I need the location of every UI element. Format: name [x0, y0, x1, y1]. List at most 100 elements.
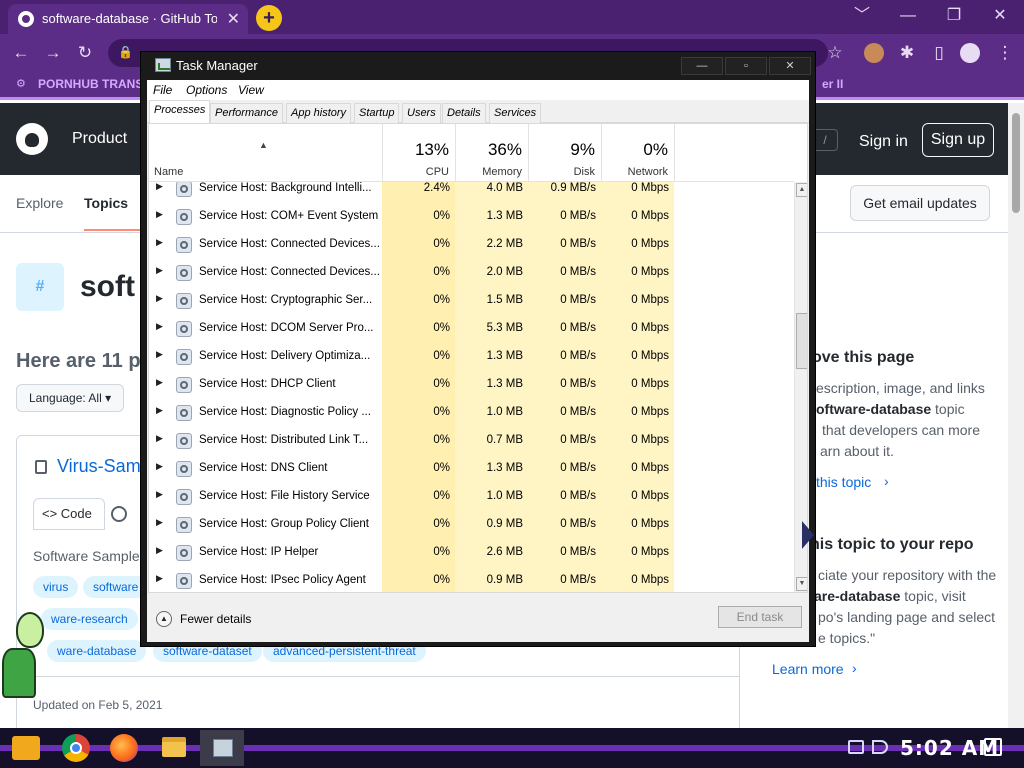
process-row[interactable]: ▶ Service Host: IP Helper 0% 2.6 MB 0 MB/s 0 …	[149, 539, 794, 567]
sign-up-button[interactable]: Sign up	[922, 123, 994, 157]
sign-in-link[interactable]: Sign in	[859, 133, 908, 151]
fewer-details-link[interactable]: Fewer details	[180, 612, 251, 626]
tab-app-history[interactable]: App history	[286, 103, 352, 123]
expand-arrow-icon[interactable]: ▶	[156, 489, 163, 500]
process-row[interactable]: ▶ Service Host: File History Service 0% 1.0…	[149, 483, 794, 511]
process-row[interactable]: ▶ Service Host: Connected Devices... 0% 2.2…	[149, 231, 794, 259]
file-explorer-taskbar-icon[interactable]	[162, 737, 186, 757]
process-row[interactable]: ▶ Service Host: Connected Devices... 0% 2.0…	[149, 259, 794, 287]
page-scrollbar[interactable]	[1008, 103, 1024, 728]
forward-arrow-icon[interactable]: →	[42, 42, 64, 64]
expand-arrow-icon[interactable]: ▶	[156, 573, 163, 584]
process-row[interactable]: ▶ Service Host: DHCP Client 0% 1.3 MB 0 MB/s…	[149, 371, 794, 399]
collapse-chevron-icon[interactable]: ▲	[156, 611, 172, 627]
bookmark-item[interactable]: PORNHUB TRANS	[38, 77, 143, 91]
column-header-disk[interactable]: 9% Disk	[528, 124, 601, 182]
process-row[interactable]: ▶ Service Host: Distributed Link T... 0% 0.…	[149, 427, 794, 455]
tm-minimize-button[interactable]: —	[681, 57, 723, 75]
topics-link[interactable]: Topics	[84, 195, 128, 211]
topic-tag[interactable]: ware-database	[47, 640, 147, 662]
bookmark-star-icon[interactable]: ☆	[824, 42, 846, 64]
new-tab-button[interactable]: +	[256, 5, 282, 31]
profile-icon[interactable]	[960, 43, 980, 63]
browser-close-button[interactable]: ✕	[980, 4, 1020, 28]
topic-tag[interactable]: software	[83, 576, 149, 598]
column-header-memory[interactable]: 36% Memory	[455, 124, 528, 182]
volume-tray-icon[interactable]	[872, 740, 888, 754]
expand-arrow-icon[interactable]: ▶	[156, 349, 163, 360]
browser-tab-active[interactable]: software-database · GitHub To ✕	[8, 4, 248, 34]
expand-arrow-icon[interactable]: ▶	[156, 181, 163, 192]
browser-menu-icon[interactable]: ⋮	[994, 42, 1016, 64]
expand-arrow-icon[interactable]: ▶	[156, 209, 163, 220]
process-row[interactable]: ▶ Service Host: DNS Client 0% 1.3 MB 0 MB/s 0…	[149, 455, 794, 483]
issues-icon[interactable]	[111, 506, 127, 522]
bookmark-item[interactable]: er II	[822, 77, 843, 91]
expand-arrow-icon[interactable]: ▶	[156, 237, 163, 248]
repo-name-link[interactable]: Virus-Sam	[57, 456, 141, 477]
tab-users[interactable]: Users	[402, 103, 441, 123]
language-filter-dropdown[interactable]: Language: All ▾	[16, 384, 124, 412]
tab-search-icon[interactable]: ﹀	[842, 4, 882, 28]
expand-arrow-icon[interactable]: ▶	[156, 545, 163, 556]
code-tab[interactable]: <> Code	[33, 498, 105, 530]
tab-performance[interactable]: Performance	[210, 103, 283, 123]
process-row[interactable]: ▶ Service Host: DCOM Server Pro... 0% 5.3 M…	[149, 315, 794, 343]
expand-arrow-icon[interactable]: ▶	[156, 461, 163, 472]
browser-minimize-button[interactable]: —	[888, 4, 928, 28]
get-email-updates-button[interactable]: Get email updates	[850, 185, 990, 221]
column-header-name[interactable]: Name	[154, 166, 183, 178]
menu-file[interactable]: File	[153, 83, 172, 97]
tab-details[interactable]: Details	[442, 103, 486, 123]
process-row[interactable]: ▶ Service Host: IPsec Policy Agent 0% 0.9 M…	[149, 567, 794, 592]
learn-more-link[interactable]: Learn more	[772, 661, 844, 677]
tab-services[interactable]: Services	[489, 103, 542, 123]
expand-arrow-icon[interactable]: ▶	[156, 433, 163, 444]
firefox-taskbar-icon[interactable]	[110, 734, 138, 762]
expand-arrow-icon[interactable]: ▶	[156, 265, 163, 276]
page-scrollbar-thumb[interactable]	[1012, 113, 1020, 213]
github-logo-icon[interactable]	[16, 123, 48, 155]
process-row[interactable]: ▶ Service Host: Group Policy Client 0% 0.9 …	[149, 511, 794, 539]
process-row[interactable]: ▶ Service Host: COM+ Event System 0% 1.3 MB…	[149, 203, 794, 231]
expand-arrow-icon[interactable]: ▶	[156, 293, 163, 304]
expand-arrow-icon[interactable]: ▶	[156, 377, 163, 388]
end-task-button[interactable]: End task	[718, 606, 802, 628]
menu-options[interactable]: Options	[186, 83, 227, 97]
menu-view[interactable]: View	[238, 83, 264, 97]
side-panel-icon[interactable]: ▯	[928, 42, 950, 64]
browser-restore-button[interactable]: ❐	[934, 4, 974, 28]
topic-tag[interactable]: virus	[33, 576, 79, 598]
network-tray-icon[interactable]	[848, 740, 864, 754]
task-manager-titlebar[interactable]: Task Manager — ▫ ✕	[141, 52, 815, 80]
column-header-network[interactable]: 0% Network	[601, 124, 674, 182]
extension-avatar-icon[interactable]	[864, 43, 884, 63]
tab-close-icon[interactable]: ✕	[227, 9, 240, 29]
tm-close-button[interactable]: ✕	[769, 57, 811, 75]
network-column-label: Network	[627, 166, 668, 178]
process-row[interactable]: ▶ Service Host: Delivery Optimiza... 0% 1.3…	[149, 343, 794, 371]
tab-processes[interactable]: Processes	[149, 100, 211, 124]
extensions-puzzle-icon[interactable]: ✱	[896, 42, 918, 64]
curate-topic-link[interactable]: this topic	[816, 474, 871, 490]
expand-arrow-icon[interactable]: ▶	[156, 405, 163, 416]
expand-arrow-icon[interactable]: ▶	[156, 517, 163, 528]
chrome-taskbar-icon[interactable]	[62, 734, 90, 762]
process-row[interactable]: ▶ Service Host: Cryptographic Ser... 0% 1.5…	[149, 287, 794, 315]
notification-center-icon[interactable]	[984, 738, 1002, 756]
topic-tag[interactable]: ware-research	[41, 608, 138, 630]
reload-icon[interactable]: ↻	[74, 42, 96, 64]
scroll-up-arrow-icon[interactable]: ▲	[796, 183, 807, 197]
start-button-icon[interactable]	[12, 736, 40, 760]
expand-arrow-icon[interactable]: ▶	[156, 321, 163, 332]
scrollbar-thumb[interactable]	[796, 313, 807, 369]
scroll-down-arrow-icon[interactable]: ▼	[796, 577, 807, 591]
back-arrow-icon[interactable]: ←	[10, 42, 32, 64]
tm-maximize-button[interactable]: ▫	[725, 57, 767, 75]
tab-startup[interactable]: Startup	[354, 103, 400, 123]
task-manager-taskbar-icon[interactable]	[200, 730, 244, 766]
column-header-cpu[interactable]: 13% CPU	[382, 124, 455, 182]
nav-product[interactable]: Product	[72, 130, 127, 148]
process-row[interactable]: ▶ Service Host: Diagnostic Policy ... 0% 1.…	[149, 399, 794, 427]
explore-link[interactable]: Explore	[16, 195, 63, 211]
